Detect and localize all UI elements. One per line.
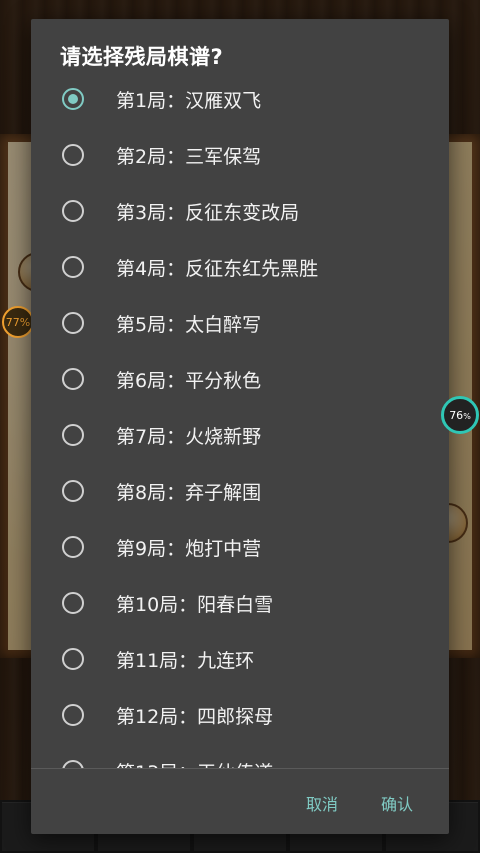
memory-badge-right-unit: % bbox=[463, 411, 471, 421]
radio-unchecked-icon[interactable] bbox=[62, 480, 84, 502]
endgame-option-label: 第2局：三军保驾 bbox=[116, 145, 262, 168]
endgame-option[interactable]: 第11局：九连环 bbox=[31, 631, 449, 687]
endgame-option-label: 第8局：弃子解围 bbox=[116, 481, 262, 504]
dialog-title: 请选择残局棋谱? bbox=[60, 45, 224, 69]
endgame-option[interactable]: 第2局：三军保驾 bbox=[31, 127, 449, 183]
endgame-option[interactable]: 第4局：反征东红先黑胜 bbox=[31, 239, 449, 295]
radio-unchecked-icon[interactable] bbox=[62, 592, 84, 614]
endgame-select-dialog: 请选择残局棋谱? 第1局：汉雁双飞 第2局：三军保驾第3局：反征东变改局 第4局：反… bbox=[31, 19, 449, 834]
radio-unchecked-icon[interactable] bbox=[62, 256, 84, 278]
radio-checked-icon[interactable] bbox=[62, 88, 84, 110]
memory-badge-left-text: 77% bbox=[5, 315, 31, 329]
radio-unchecked-icon[interactable] bbox=[62, 144, 84, 166]
endgame-option[interactable]: 第10局：阳春白雪 bbox=[31, 575, 449, 631]
endgame-option[interactable]: 第8局：弃子解围 bbox=[31, 463, 449, 519]
endgame-option-label: 第10局：阳春白雪 bbox=[116, 593, 274, 616]
dialog-divider bbox=[31, 768, 449, 769]
endgame-option[interactable]: 第9局：炮打中营 bbox=[31, 519, 449, 575]
radio-unchecked-icon[interactable] bbox=[62, 536, 84, 558]
endgame-option-label: 第11局：九连环 bbox=[116, 649, 255, 672]
radio-unchecked-icon[interactable] bbox=[62, 368, 84, 390]
endgame-option[interactable]: 第7局：火烧新野 bbox=[31, 407, 449, 463]
radio-unchecked-icon[interactable] bbox=[62, 648, 84, 670]
cancel-button[interactable]: 取消 bbox=[298, 785, 346, 821]
endgame-list[interactable]: 第1局：汉雁双飞 第2局：三军保驾第3局：反征东变改局 第4局：反征东红先黑胜 第5局… bbox=[31, 71, 449, 769]
memory-badge-left[interactable]: 77% bbox=[2, 306, 34, 338]
endgame-option-label: 第4局：反征东红先黑胜 bbox=[116, 257, 319, 280]
endgame-option[interactable]: 第5局：太白醉写 bbox=[31, 295, 449, 351]
memory-badge-right-value: 76 bbox=[449, 408, 464, 422]
endgame-option-label: 第1局：汉雁双飞 bbox=[116, 89, 262, 112]
endgame-option-label: 第5局：太白醉写 bbox=[116, 313, 262, 336]
endgame-option[interactable]: 第1局：汉雁双飞 bbox=[31, 71, 449, 127]
endgame-option[interactable]: 第13局：王仙传道 bbox=[31, 743, 449, 769]
endgame-option[interactable]: 第3局：反征东变改局 bbox=[31, 183, 449, 239]
radio-unchecked-icon[interactable] bbox=[62, 200, 84, 222]
confirm-button[interactable]: 确认 bbox=[373, 785, 421, 821]
endgame-option-label: 第12局：四郎探母 bbox=[116, 705, 274, 728]
endgame-option-label: 第9局：炮打中营 bbox=[116, 537, 262, 560]
endgame-option-label: 第7局：火烧新野 bbox=[116, 425, 262, 448]
endgame-option[interactable]: 第12局：四郎探母 bbox=[31, 687, 449, 743]
endgame-option-label: 第6局：平分秋色 bbox=[116, 369, 262, 392]
memory-badge-right[interactable]: 76% bbox=[441, 396, 479, 434]
endgame-option-label: 第3局：反征东变改局 bbox=[116, 201, 300, 224]
radio-unchecked-icon[interactable] bbox=[62, 704, 84, 726]
radio-unchecked-icon[interactable] bbox=[62, 312, 84, 334]
endgame-option[interactable]: 第6局：平分秋色 bbox=[31, 351, 449, 407]
radio-unchecked-icon[interactable] bbox=[62, 424, 84, 446]
